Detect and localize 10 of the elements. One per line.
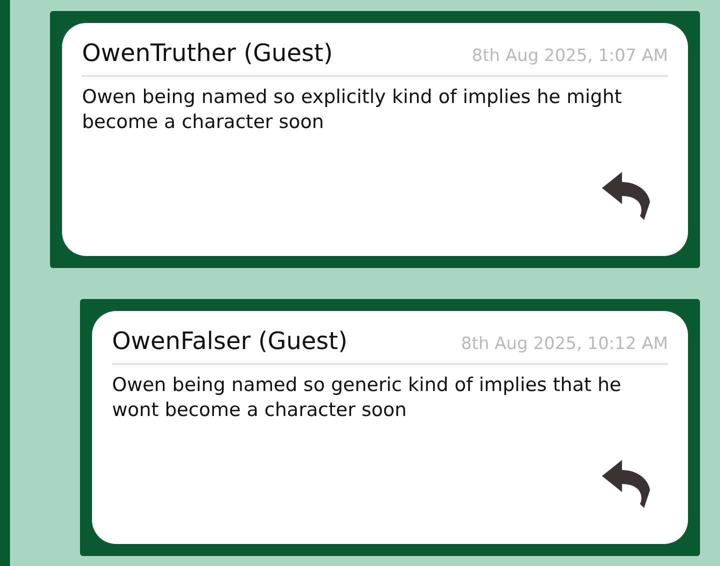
reply-button[interactable] [600,170,652,222]
comment-text: Owen being named so generic kind of implies that he wont become a character soon [112,373,622,423]
reply-arrow-icon [600,170,652,222]
comment-date: 8th Aug 2025, 10:12 AM [460,334,668,354]
comment-date: 8th Aug 2025, 1:07 AM [472,46,668,66]
comment-author: OwenTruther (Guest) [82,39,333,67]
comment-text: Owen being named so explicitly kind of implies he might become a character soon [82,85,623,135]
reply-arrow-icon [600,458,652,510]
reply-button[interactable] [600,458,652,510]
comment-author: OwenFalser (Guest) [112,327,348,355]
